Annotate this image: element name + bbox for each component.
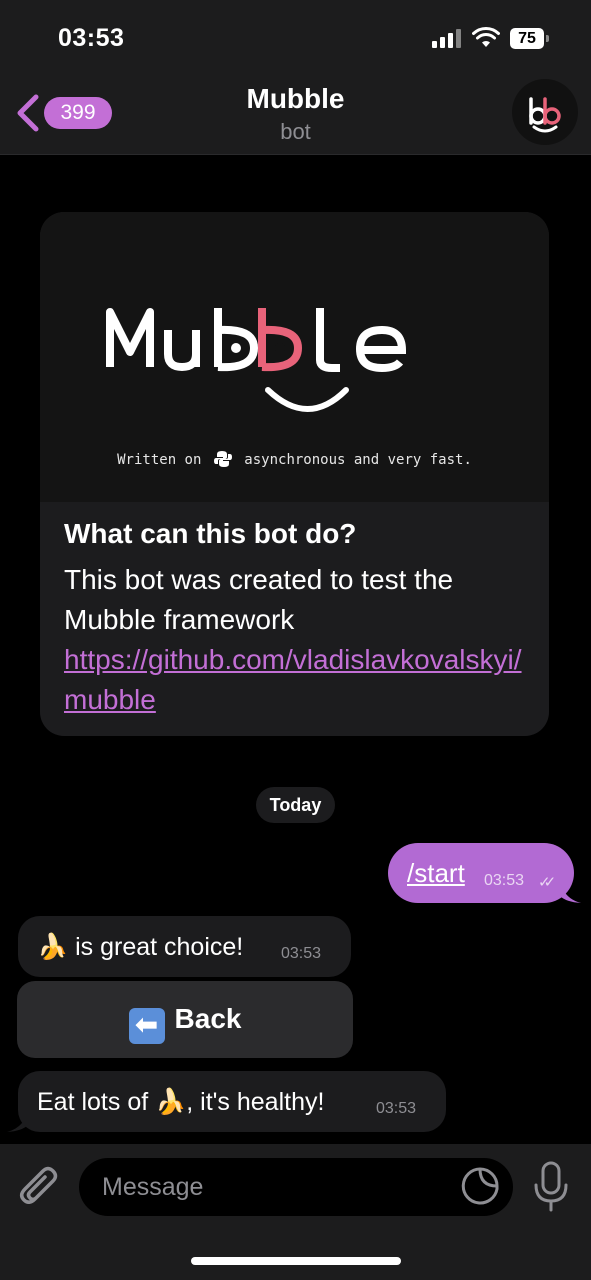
message-body-after: , it's healthy! bbox=[186, 1088, 325, 1116]
status-bar: 03:53 75 bbox=[0, 0, 591, 75]
paperclip-icon[interactable] bbox=[18, 1164, 62, 1212]
mubble-wordmark-logo bbox=[106, 308, 407, 412]
battery-icon: 75 bbox=[510, 28, 549, 49]
tagline-before: Written on bbox=[117, 452, 202, 468]
left-arrow-icon: ⬅ bbox=[128, 1008, 165, 1044]
sticker-icon[interactable] bbox=[461, 1167, 499, 1205]
incoming-message[interactable]: 🍌 is great choice! 03:53 bbox=[18, 916, 351, 977]
message-input[interactable] bbox=[79, 1158, 513, 1216]
bot-info-description: This bot was created to test the Mubble … bbox=[64, 564, 454, 635]
bot-avatar[interactable] bbox=[512, 79, 578, 145]
cellular-signal-icon bbox=[432, 28, 464, 48]
message-body: is great choice! bbox=[68, 933, 244, 961]
message-text[interactable]: /start bbox=[407, 858, 465, 889]
message-time: 03:53 bbox=[376, 1100, 417, 1117]
microphone-icon[interactable] bbox=[533, 1161, 569, 1213]
mubble-logo-icon bbox=[529, 97, 561, 133]
back-button-label: ⬅ Back bbox=[17, 1003, 353, 1044]
status-time: 03:53 bbox=[58, 24, 125, 52]
chat-title[interactable]: Mubble bbox=[0, 83, 591, 115]
message-text: Eat lots of 🍌, it's healthy! bbox=[37, 1087, 324, 1117]
chat-header: 399 Mubble bot bbox=[0, 75, 591, 155]
message-time: 03:53 bbox=[484, 872, 525, 889]
back-inline-button[interactable]: ⬅ Back bbox=[17, 981, 353, 1058]
home-indicator[interactable] bbox=[191, 1257, 401, 1265]
message-body-before: Eat lots of bbox=[37, 1088, 156, 1116]
double-check-icon: ✓✓ bbox=[538, 874, 556, 891]
bot-logo-image: Written on asynchronous and very fast. bbox=[40, 212, 549, 502]
tagline-after: asynchronous and very fast. bbox=[244, 452, 472, 468]
banana-emoji: 🍌 bbox=[37, 932, 69, 961]
bot-info-card: Written on asynchronous and very fast. W… bbox=[40, 212, 549, 736]
message-composer bbox=[0, 1144, 591, 1280]
bot-info-heading: What can this bot do? bbox=[64, 518, 357, 549]
python-icon bbox=[213, 451, 232, 467]
incoming-message[interactable]: Eat lots of 🍌, it's healthy! 03:53 bbox=[18, 1071, 446, 1132]
banana-emoji: 🍌 bbox=[155, 1087, 187, 1116]
date-divider: Today bbox=[256, 787, 335, 823]
back-label-text: Back bbox=[174, 1003, 242, 1034]
chat-subtitle: bot bbox=[280, 119, 311, 144]
message-text: 🍌 is great choice! bbox=[37, 932, 243, 962]
logo-tagline: Written on asynchronous and very fast. bbox=[40, 450, 549, 468]
outgoing-message[interactable]: /start 03:53 ✓✓ bbox=[388, 843, 574, 903]
github-link[interactable]: https://github.com/vladislavkovalskyi/mu… bbox=[64, 640, 534, 720]
wifi-icon bbox=[472, 26, 500, 47]
message-time: 03:53 bbox=[281, 945, 322, 962]
